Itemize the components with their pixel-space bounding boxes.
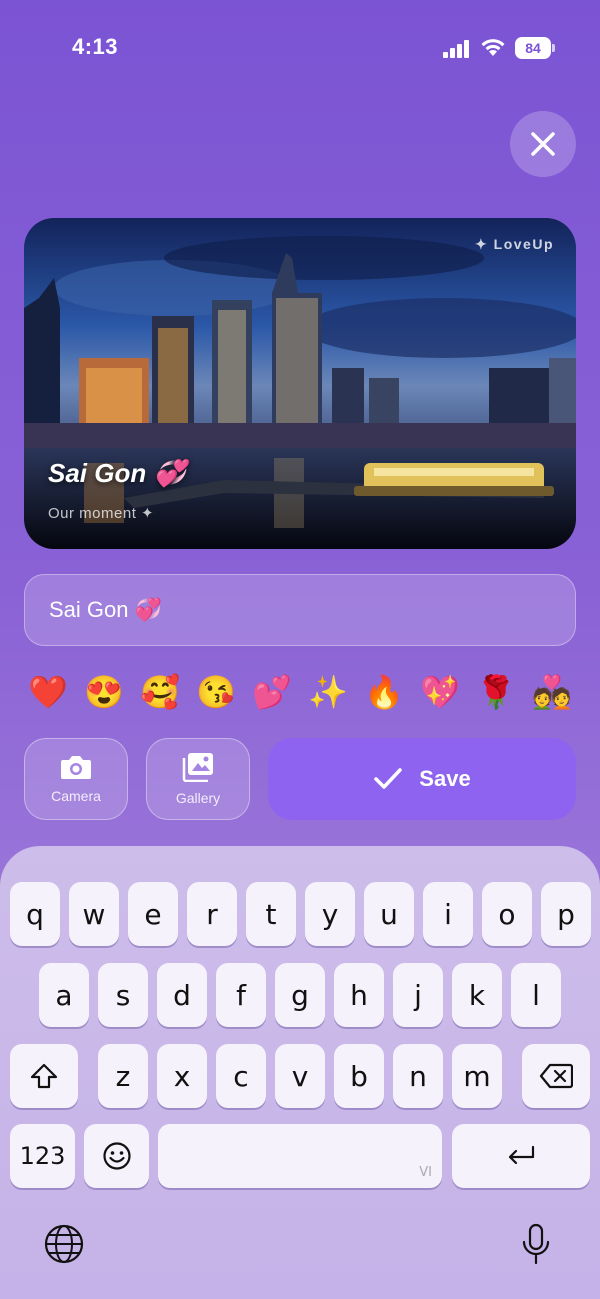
gallery-icon [182,753,213,782]
key-s[interactable]: s [98,963,148,1027]
key-p[interactable]: p [541,882,591,946]
camera-button[interactable]: Camera [24,738,128,820]
emoji-kiss[interactable]: 😘 [192,670,240,714]
key-z[interactable]: z [98,1044,148,1108]
checkmark-icon [374,768,403,789]
wifi-icon [481,39,505,56]
globe-button[interactable] [42,1222,86,1266]
key-x[interactable]: x [157,1044,207,1108]
emoji-sparkling-heart[interactable]: 💖 [416,670,464,714]
key-a[interactable]: a [39,963,89,1027]
gallery-button[interactable]: Gallery [146,738,250,820]
key-o[interactable]: o [482,882,532,946]
backspace-icon [539,1063,573,1089]
emoji-couple[interactable]: 💑 [528,670,576,714]
key-c[interactable]: c [216,1044,266,1108]
emoji-smiling-hearts[interactable]: 🥰 [136,670,184,714]
key-l[interactable]: l [511,963,561,1027]
key-u[interactable]: u [364,882,414,946]
emoji-picker-row: ❤️ 😍 🥰 😘 💕 ✨ 🔥 💖 🌹 💑 [24,670,576,714]
emoji-two-hearts[interactable]: 💕 [248,670,296,714]
key-w[interactable]: w [69,882,119,946]
microphone-button[interactable] [514,1222,558,1266]
space-language-hint: VI [419,1165,432,1180]
key-j[interactable]: j [393,963,443,1027]
key-i[interactable]: i [423,882,473,946]
save-label: Save [419,766,471,791]
key-d[interactable]: d [157,963,207,1027]
caption-value: Sai Gon 💞 [49,597,162,622]
emoji-rose[interactable]: 🌹 [472,670,520,714]
key-y[interactable]: y [305,882,355,946]
key-t[interactable]: t [246,882,296,946]
return-key[interactable] [452,1124,590,1188]
globe-icon [44,1224,84,1264]
card-title: Sai Gon 💞 [48,458,186,488]
photo-preview-card: ✦ LoveUp Sai Gon 💞 Our moment ✦ [24,218,576,549]
numbers-key[interactable]: 123 [10,1124,75,1188]
emoji-red-heart[interactable]: ❤️ [24,670,72,714]
camera-label: Camera [51,788,101,804]
save-button[interactable]: Save [268,738,576,820]
key-r[interactable]: r [187,882,237,946]
microphone-icon [522,1223,550,1265]
watermark-text: ✦ LoveUp [475,236,554,252]
emoji-heart-eyes[interactable]: 😍 [80,670,128,714]
emoji-sparkles[interactable]: ✨ [304,670,352,714]
key-f[interactable]: f [216,963,266,1027]
key-k[interactable]: k [452,963,502,1027]
battery-level: 84 [515,37,551,59]
key-g[interactable]: g [275,963,325,1027]
city-night-photo [24,218,576,549]
card-subtitle: Our moment ✦ [48,505,155,522]
signal-icon [443,40,469,58]
gallery-label: Gallery [175,790,221,806]
emoji-icon [102,1142,131,1170]
return-icon [508,1145,535,1165]
camera-icon [61,756,91,779]
battery-tip [552,44,555,52]
key-h[interactable]: h [334,963,384,1027]
emoji-key[interactable] [84,1124,149,1188]
shift-icon [30,1063,58,1089]
battery-icon: 84 [515,37,555,59]
close-icon [531,132,555,156]
caption-input[interactable]: Sai Gon 💞 [24,574,576,646]
shift-key[interactable] [10,1044,78,1108]
key-e[interactable]: e [128,882,178,946]
backspace-key[interactable] [522,1044,590,1108]
close-button[interactable] [510,111,576,177]
emoji-fire[interactable]: 🔥 [360,670,408,714]
status-bar: 4:13 84 [0,0,600,96]
status-time: 4:13 [72,34,119,59]
key-v[interactable]: v [275,1044,325,1108]
key-m[interactable]: m [452,1044,502,1108]
key-b[interactable]: b [334,1044,384,1108]
key-n[interactable]: n [393,1044,443,1108]
space-key[interactable]: VI [158,1124,442,1188]
key-q[interactable]: q [10,882,60,946]
